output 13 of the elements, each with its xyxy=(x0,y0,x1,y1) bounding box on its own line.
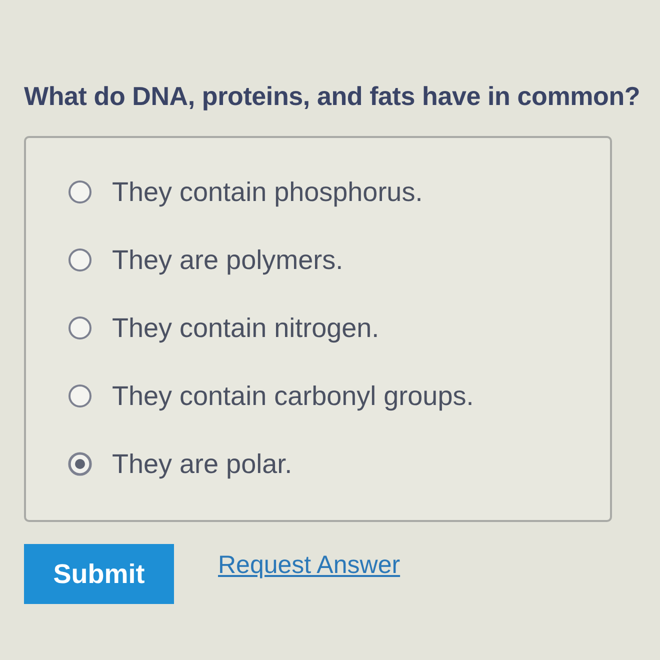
radio-button[interactable] xyxy=(68,316,92,340)
submit-button[interactable]: Submit xyxy=(24,544,174,604)
answer-option-text: They are polar. xyxy=(112,448,292,481)
radio-button[interactable] xyxy=(68,180,92,204)
answer-option-text: They contain nitrogen. xyxy=(112,312,380,345)
answer-option-text: They contain carbonyl groups. xyxy=(112,380,474,413)
radio-button[interactable] xyxy=(68,248,92,272)
question-text: What do DNA, proteins, and fats have in common? xyxy=(24,80,642,113)
radio-button-selected[interactable] xyxy=(68,452,92,476)
answer-option-text: They contain phosphorus. xyxy=(112,176,423,209)
answer-option-text: They are polymers. xyxy=(112,244,344,277)
request-answer-link[interactable]: Request Answer xyxy=(218,547,400,585)
radio-button[interactable] xyxy=(68,384,92,408)
